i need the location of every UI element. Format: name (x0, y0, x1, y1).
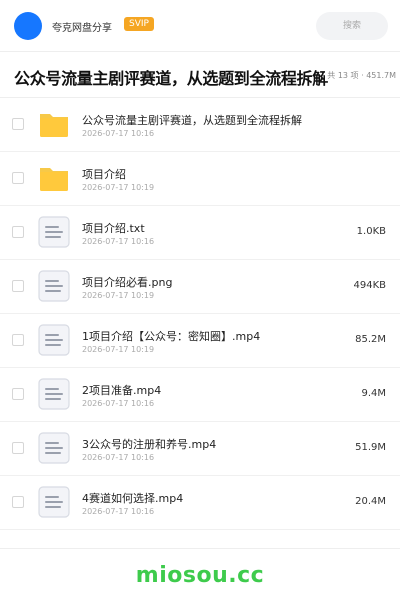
list-item[interactable]: 4赛道如何选择.mp4 2026-07-17 10:16 20.4M (0, 476, 400, 530)
file-date: 2026-07-17 10:16 (82, 237, 155, 246)
document-icon (38, 270, 70, 302)
footer: miosou.cc (0, 548, 400, 600)
row-checkbox[interactable] (12, 334, 24, 346)
file-date: 2026-07-17 10:16 (82, 453, 155, 462)
file-date: 2026-07-17 10:19 (82, 345, 155, 354)
document-icon (38, 324, 70, 356)
folder-title-bar: 公众号流量主剧评赛道，从选题到全流程拆解 共 13 项 · 451.7M (0, 52, 400, 98)
file-date: 2026-07-17 10:19 (82, 183, 155, 192)
file-size: 9.4M (361, 388, 386, 399)
file-name: 2项目准备.mp4 (82, 384, 162, 397)
username: 夸克网盘分享 (52, 23, 112, 34)
row-checkbox[interactable] (12, 226, 24, 238)
list-item[interactable]: 项目介绍.txt 2026-07-17 10:16 1.0KB (0, 206, 400, 260)
list-item[interactable]: 1项目介绍【公众号：密知圈】.mp4 2026-07-17 10:19 85.2… (0, 314, 400, 368)
file-name: 1项目介绍【公众号：密知圈】.mp4 (82, 330, 261, 343)
top-bar: 夸克网盘分享 SVIP (0, 0, 400, 52)
list-item[interactable]: 项目介绍 2026-07-17 10:19 (0, 152, 400, 206)
file-name: 公众号流量主剧评赛道，从选题到全流程拆解 (82, 114, 302, 127)
row-checkbox[interactable] (12, 172, 24, 184)
file-date: 2026-07-17 10:16 (82, 399, 155, 408)
file-name: 项目介绍.txt (82, 222, 145, 235)
search-input[interactable] (316, 12, 388, 40)
svip-badge: SVIP (124, 17, 154, 31)
file-name: 项目介绍 (82, 168, 126, 181)
file-size: 51.9M (355, 442, 386, 453)
file-size: 85.2M (355, 334, 386, 345)
document-icon (38, 378, 70, 410)
row-checkbox[interactable] (12, 442, 24, 454)
file-list: 公众号流量主剧评赛道，从选题到全流程拆解 2026-07-17 10:16 项目… (0, 98, 400, 530)
document-icon (38, 216, 70, 248)
row-checkbox[interactable] (12, 388, 24, 400)
file-size: 20.4M (355, 496, 386, 507)
file-name: 项目介绍必看.png (82, 276, 173, 289)
list-item[interactable]: 3公众号的注册和养号.mp4 2026-07-17 10:16 51.9M (0, 422, 400, 476)
row-checkbox[interactable] (12, 118, 24, 130)
list-item[interactable]: 公众号流量主剧评赛道，从选题到全流程拆解 2026-07-17 10:16 (0, 98, 400, 152)
file-date: 2026-07-17 10:16 (82, 507, 155, 516)
list-item[interactable]: 2项目准备.mp4 2026-07-17 10:16 9.4M (0, 368, 400, 422)
brand-watermark: miosou.cc (135, 563, 265, 588)
row-checkbox[interactable] (12, 280, 24, 292)
file-size: 1.0KB (356, 226, 386, 237)
folder-icon (38, 108, 70, 140)
file-size: 494KB (353, 280, 386, 291)
page-title: 公众号流量主剧评赛道，从选题到全流程拆解 (14, 69, 329, 88)
file-name: 3公众号的注册和养号.mp4 (82, 438, 217, 451)
folder-icon (38, 162, 70, 194)
avatar[interactable] (14, 12, 42, 40)
folder-meta: 共 13 项 · 451.7M (325, 70, 396, 81)
document-icon (38, 486, 70, 518)
document-icon (38, 432, 70, 464)
file-name: 4赛道如何选择.mp4 (82, 492, 184, 505)
row-checkbox[interactable] (12, 496, 24, 508)
list-item[interactable]: 项目介绍必看.png 2026-07-17 10:19 494KB (0, 260, 400, 314)
file-date: 2026-07-17 10:19 (82, 291, 155, 300)
file-date: 2026-07-17 10:16 (82, 129, 155, 138)
